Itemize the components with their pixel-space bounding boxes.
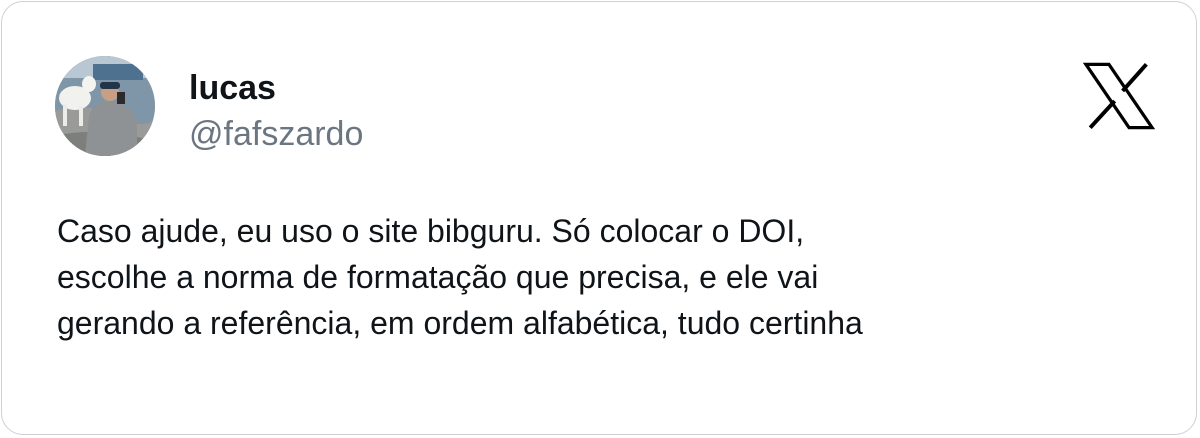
author-display-name[interactable]: lucas xyxy=(189,68,276,108)
tweet-card: lucas @fafszardo Caso ajude, eu uso o si… xyxy=(1,1,1197,435)
author-handle[interactable]: @fafszardo xyxy=(189,114,363,154)
tweet-text: Caso ajude, eu uso o site bibguru. Só co… xyxy=(57,208,1157,346)
tweet-text-line: gerando a referência, em ordem alfabétic… xyxy=(57,305,863,341)
avatar-image xyxy=(55,56,155,156)
avatar[interactable] xyxy=(55,56,155,156)
tweet-text-line: Caso ajude, eu uso o site bibguru. Só co… xyxy=(57,213,805,249)
tweet-text-line: escolhe a norma de formatação que precis… xyxy=(57,259,819,295)
x-logo-icon[interactable] xyxy=(1082,60,1156,132)
